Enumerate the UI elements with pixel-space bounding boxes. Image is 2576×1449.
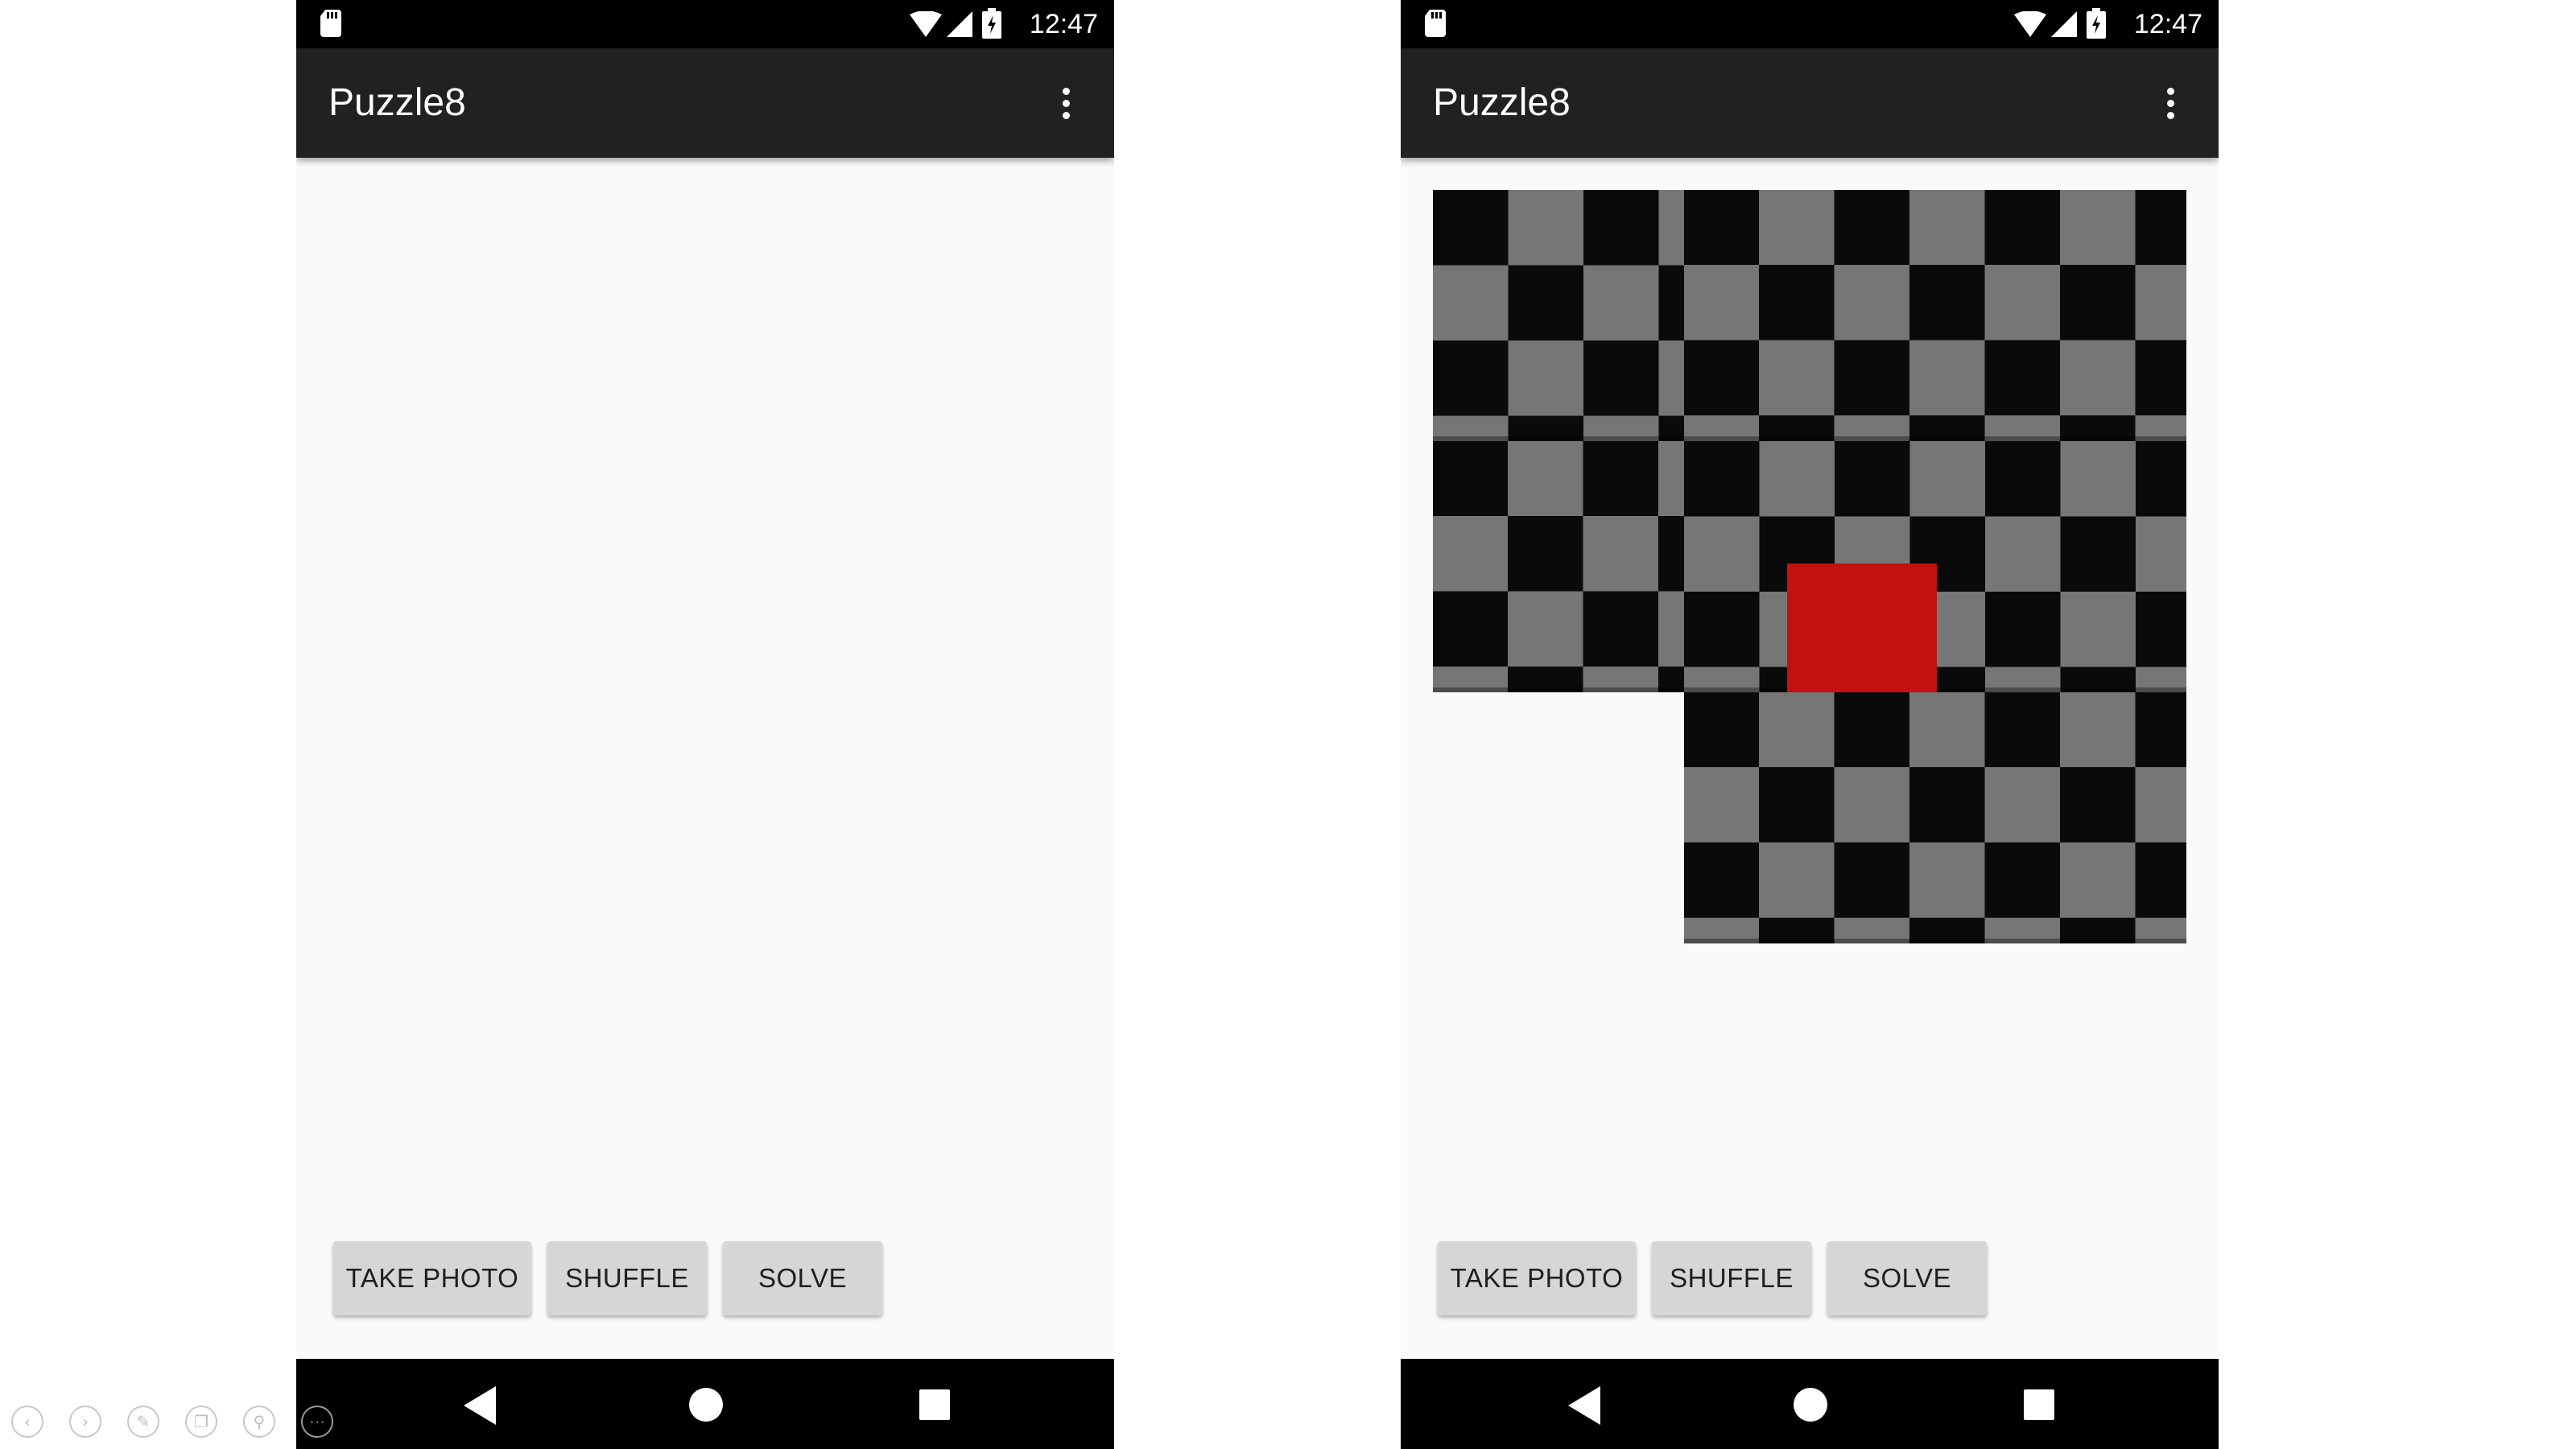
recents-icon[interactable] — [919, 1389, 950, 1420]
app-title: Puzzle8 — [328, 81, 466, 124]
battery-charging-icon — [2087, 8, 2106, 39]
shuffle-button[interactable]: SHUFFLE — [1652, 1241, 1811, 1315]
puzzle-tile[interactable] — [1433, 190, 1684, 441]
shuffle-button[interactable]: SHUFFLE — [547, 1241, 707, 1315]
status-bar: 12:47 — [296, 0, 1114, 48]
puzzle-board[interactable] — [1433, 190, 2186, 943]
puzzle-tile[interactable] — [1684, 692, 2186, 943]
take-photo-button[interactable]: TAKE PHOTO — [333, 1241, 531, 1315]
puzzle-tile[interactable] — [1684, 190, 2186, 441]
viewer-controls: ‹ › ✎ ❐ ⚲ ⋯ — [11, 1406, 333, 1441]
zoom-icon[interactable]: ⚲ — [243, 1406, 275, 1438]
overflow-menu-icon[interactable] — [2146, 79, 2194, 127]
back-icon[interactable] — [464, 1386, 499, 1425]
battery-charging-icon — [982, 8, 1001, 39]
home-icon[interactable] — [689, 1388, 723, 1422]
back-icon[interactable] — [1568, 1386, 1604, 1425]
signal-icon — [2051, 11, 2077, 37]
navigation-bar — [1401, 1359, 2219, 1449]
status-bar: 12:47 — [1401, 0, 2219, 48]
sd-card-icon — [320, 10, 341, 37]
status-time: 12:47 — [1029, 9, 1098, 39]
edit-icon[interactable]: ✎ — [127, 1406, 159, 1438]
action-buttons: TAKE PHOTO SHUFFLE SOLVE — [1438, 1241, 1987, 1319]
wifi-icon — [910, 11, 942, 37]
solve-button[interactable]: SOLVE — [723, 1241, 882, 1315]
recents-icon[interactable] — [2024, 1389, 2054, 1420]
puzzle-blank-tile — [1787, 564, 1937, 692]
app-title: Puzzle8 — [1433, 81, 1571, 124]
next-icon[interactable]: › — [69, 1406, 101, 1438]
home-icon[interactable] — [1794, 1388, 1827, 1422]
phone-screen-puzzle: 12:47 Puzzle8 TAKE PHOTO SHUFFLE SOLVE — [1401, 0, 2219, 1449]
more-icon[interactable]: ⋯ — [301, 1406, 333, 1438]
solve-button[interactable]: SOLVE — [1827, 1241, 1987, 1315]
app-bar: Puzzle8 — [1401, 48, 2219, 158]
navigation-bar — [296, 1359, 1114, 1449]
signal-icon — [947, 11, 972, 37]
previous-icon[interactable]: ‹ — [11, 1406, 43, 1438]
sd-card-icon — [1425, 10, 1446, 37]
status-time: 12:47 — [2133, 9, 2202, 39]
wifi-icon — [2014, 11, 2046, 37]
action-buttons: TAKE PHOTO SHUFFLE SOLVE — [333, 1241, 882, 1319]
puzzle-tile[interactable] — [1433, 441, 1684, 692]
phone-screen-before: 12:47 Puzzle8 TAKE PHOTO SHUFFLE SOLVE — [296, 0, 1114, 1449]
overflow-menu-icon[interactable] — [1042, 79, 1090, 127]
app-bar: Puzzle8 — [296, 48, 1114, 158]
copy-icon[interactable]: ❐ — [185, 1406, 217, 1438]
take-photo-button[interactable]: TAKE PHOTO — [1438, 1241, 1636, 1315]
